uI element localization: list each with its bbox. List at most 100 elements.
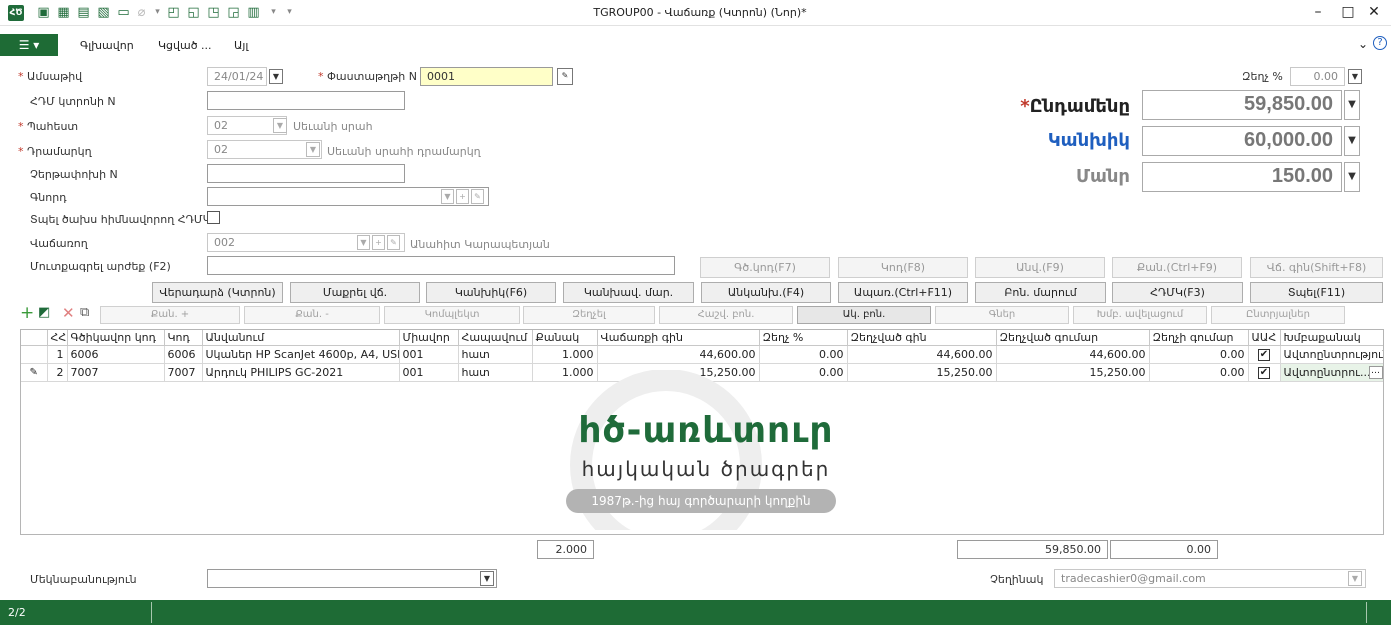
barcode-entry-field[interactable] bbox=[207, 256, 675, 275]
cell-batch-active[interactable]: Ավտոընտրու...… bbox=[1280, 363, 1383, 382]
buyer-add-icon[interactable]: + bbox=[456, 189, 469, 204]
col-header-discount-amount[interactable]: Զեղչի գումար bbox=[1149, 330, 1249, 346]
total-field[interactable]: 59,850.00 bbox=[1142, 90, 1342, 120]
cell-batch[interactable]: Ավտոընտրություն bbox=[1280, 345, 1383, 364]
cell-discount-amount[interactable]: 0.00 bbox=[1149, 345, 1249, 364]
col-header-nn[interactable]: ՀՀ bbox=[47, 330, 68, 346]
app-menu-button[interactable]: ☰ ▾ bbox=[0, 34, 58, 56]
col-header-price[interactable]: Վաճառքի գին bbox=[597, 330, 760, 346]
vat-checkbox[interactable]: ✔ bbox=[1258, 349, 1270, 361]
row-indicator[interactable] bbox=[21, 345, 48, 364]
cell-discounted-sum[interactable]: 44,600.00 bbox=[996, 345, 1150, 364]
cell-code[interactable]: 6006 bbox=[164, 345, 203, 364]
table-view-icon[interactable]: ▥ bbox=[246, 5, 261, 20]
print-expense-checkbox[interactable] bbox=[207, 211, 220, 224]
seller-add-icon[interactable]: + bbox=[372, 235, 385, 250]
col-header-name[interactable]: Անվանում bbox=[202, 330, 400, 346]
calc-bonus-button[interactable]: Հաշվ. բոն. bbox=[659, 306, 793, 324]
cell-discounted-price[interactable]: 44,600.00 bbox=[847, 345, 997, 364]
cell-discounted-sum[interactable]: 15,250.00 bbox=[996, 363, 1150, 382]
cell-vat[interactable]: ✔ bbox=[1248, 345, 1281, 364]
cashless-button[interactable]: Անկանխ.(F4) bbox=[701, 282, 831, 303]
change-dropdown-icon[interactable]: ▼ bbox=[1344, 162, 1360, 192]
name-search-button[interactable]: Անվ.(F9) bbox=[975, 257, 1105, 278]
cash-dropdown-icon[interactable]: ▼ bbox=[1344, 126, 1360, 156]
cash-field[interactable]: 60,000.00 bbox=[1142, 126, 1342, 156]
col-header-barcode[interactable]: Գծիկավոր կոդ bbox=[67, 330, 165, 346]
hdm-receipt-field[interactable] bbox=[207, 91, 405, 110]
total-dropdown-icon[interactable]: ▼ bbox=[1344, 90, 1360, 120]
cell-discounted-price[interactable]: 15,250.00 bbox=[847, 363, 997, 382]
sale-price-button[interactable]: Վճ. գին(Shift+F8) bbox=[1250, 257, 1383, 278]
import-icon[interactable]: ◲ bbox=[226, 5, 241, 20]
col-header-code[interactable]: Կոդ bbox=[164, 330, 203, 346]
cash-button[interactable]: Կանխիկ(F6) bbox=[426, 282, 556, 303]
doc-no-field[interactable]: 0001 bbox=[420, 67, 553, 86]
vat-checkbox[interactable]: ✔ bbox=[1258, 367, 1270, 379]
split-doc-icon[interactable]: ◱ bbox=[186, 5, 201, 20]
col-header-vat[interactable]: ԱԱՀ bbox=[1248, 330, 1281, 346]
collapse-ribbon-icon[interactable]: ⌄ bbox=[1358, 37, 1368, 51]
discount-dropdown-icon[interactable]: ▼ bbox=[1348, 69, 1362, 84]
comment-dropdown-icon[interactable]: ▼ bbox=[480, 571, 494, 586]
buyer-dropdown-icon[interactable]: ▼ bbox=[441, 189, 454, 204]
author-dropdown-icon[interactable]: ▼ bbox=[1348, 571, 1362, 586]
col-header-discount-pct[interactable]: Զեղչ % bbox=[759, 330, 848, 346]
credit-button[interactable]: Ապառ.(Ctrl+F11) bbox=[838, 282, 968, 303]
change-field[interactable]: 150.00 bbox=[1142, 162, 1342, 192]
kit-button[interactable]: Կոմպլեկտ bbox=[384, 306, 520, 324]
save-icon[interactable]: ▣ bbox=[36, 5, 51, 20]
items-grid[interactable]: ՀՀ Գծիկավոր կոդ Կոդ Անվանում Միավոր Հապա… bbox=[20, 329, 1384, 535]
col-header-unit[interactable]: Միավոր bbox=[399, 330, 459, 346]
cell-name[interactable]: Արդուկ PHILIPS GC-2021 bbox=[202, 363, 400, 382]
active-bonus-button[interactable]: Ակ. բոն. bbox=[797, 306, 931, 324]
attach-icon[interactable]: ⌀ bbox=[134, 5, 149, 20]
cell-unit[interactable]: 001 bbox=[399, 363, 459, 382]
copy-row-icon[interactable]: ⧉ bbox=[80, 305, 89, 320]
col-header-discounted-sum[interactable]: Զեղչված գումար bbox=[996, 330, 1150, 346]
col-header-batch[interactable]: Խմբաքանակ bbox=[1280, 330, 1383, 346]
col-header-qty[interactable]: Քանակ bbox=[532, 330, 598, 346]
cell-barcode[interactable]: 6006 bbox=[67, 345, 165, 364]
col-header-abbr[interactable]: Հապավում bbox=[458, 330, 533, 346]
close-button[interactable]: ✕ bbox=[1362, 2, 1386, 22]
cell-abbr[interactable]: հատ bbox=[458, 363, 533, 382]
comment-field[interactable] bbox=[207, 569, 497, 588]
copy-doc-icon[interactable]: ◰ bbox=[166, 5, 181, 20]
return-receipt-button[interactable]: Վերադարձ (Կտրոն) bbox=[152, 282, 283, 303]
doc-no-edit-icon[interactable]: ✎ bbox=[557, 68, 573, 85]
qty-minus-button[interactable]: Քան. - bbox=[244, 306, 380, 324]
batch-ellipsis-button[interactable]: … bbox=[1368, 365, 1383, 379]
attach-dropdown-icon[interactable]: ▾ bbox=[150, 5, 165, 20]
col-header-discounted-price[interactable]: Զեղչված գին bbox=[847, 330, 997, 346]
warehouse-dropdown-icon[interactable]: ▼ bbox=[273, 118, 287, 133]
cell-discount-pct[interactable]: 0.00 bbox=[759, 345, 848, 364]
cell-nn[interactable]: 1 bbox=[47, 345, 68, 364]
print-button[interactable]: Տպել(F11) bbox=[1250, 282, 1383, 303]
cell-abbr[interactable]: հատ bbox=[458, 345, 533, 364]
date-picker-icon[interactable]: ▼ bbox=[269, 69, 283, 84]
customize-toolbar-icon[interactable]: ▾ bbox=[282, 5, 297, 20]
cell-code[interactable]: 7007 bbox=[164, 363, 203, 382]
table-row[interactable]: 1 6006 6006 Սկաներ HP ScanJet 4600p, A4,… bbox=[21, 345, 1383, 364]
hdm-receipt-button[interactable]: ՀԴՄԿ(F3) bbox=[1112, 282, 1243, 303]
date-field[interactable]: 24/01/24 bbox=[207, 67, 267, 86]
quick-access-dropdown-icon[interactable]: ▾ bbox=[266, 5, 281, 20]
menu-attached[interactable]: Կցված ... bbox=[158, 39, 212, 52]
barcode-search-button[interactable]: Գծ.կոդ(F7) bbox=[700, 257, 830, 278]
cashbox-dropdown-icon[interactable]: ▼ bbox=[306, 142, 320, 157]
prepayment-button[interactable]: Կանխավ. մար. bbox=[563, 282, 694, 303]
maximize-button[interactable]: □ bbox=[1336, 2, 1360, 22]
cell-name[interactable]: Սկաներ HP ScanJet 4600p, A4, USB bbox=[202, 345, 400, 364]
cashbox-field[interactable]: 02 bbox=[207, 140, 322, 159]
seller-edit-icon[interactable]: ✎ bbox=[387, 235, 400, 250]
cell-vat[interactable]: ✔ bbox=[1248, 363, 1281, 382]
save-close-icon[interactable]: ▦ bbox=[56, 5, 71, 20]
group-add-button[interactable]: Խմբ. ավելացում bbox=[1073, 306, 1207, 324]
cell-price[interactable]: 44,600.00 bbox=[597, 345, 760, 364]
cell-unit[interactable]: 001 bbox=[399, 345, 459, 364]
delete-row-icon[interactable]: ✕ bbox=[62, 304, 75, 322]
code-search-button[interactable]: Կոդ(F8) bbox=[838, 257, 968, 278]
edit-row-icon[interactable]: ◩ bbox=[38, 305, 50, 320]
shift-no-field[interactable] bbox=[207, 164, 405, 183]
